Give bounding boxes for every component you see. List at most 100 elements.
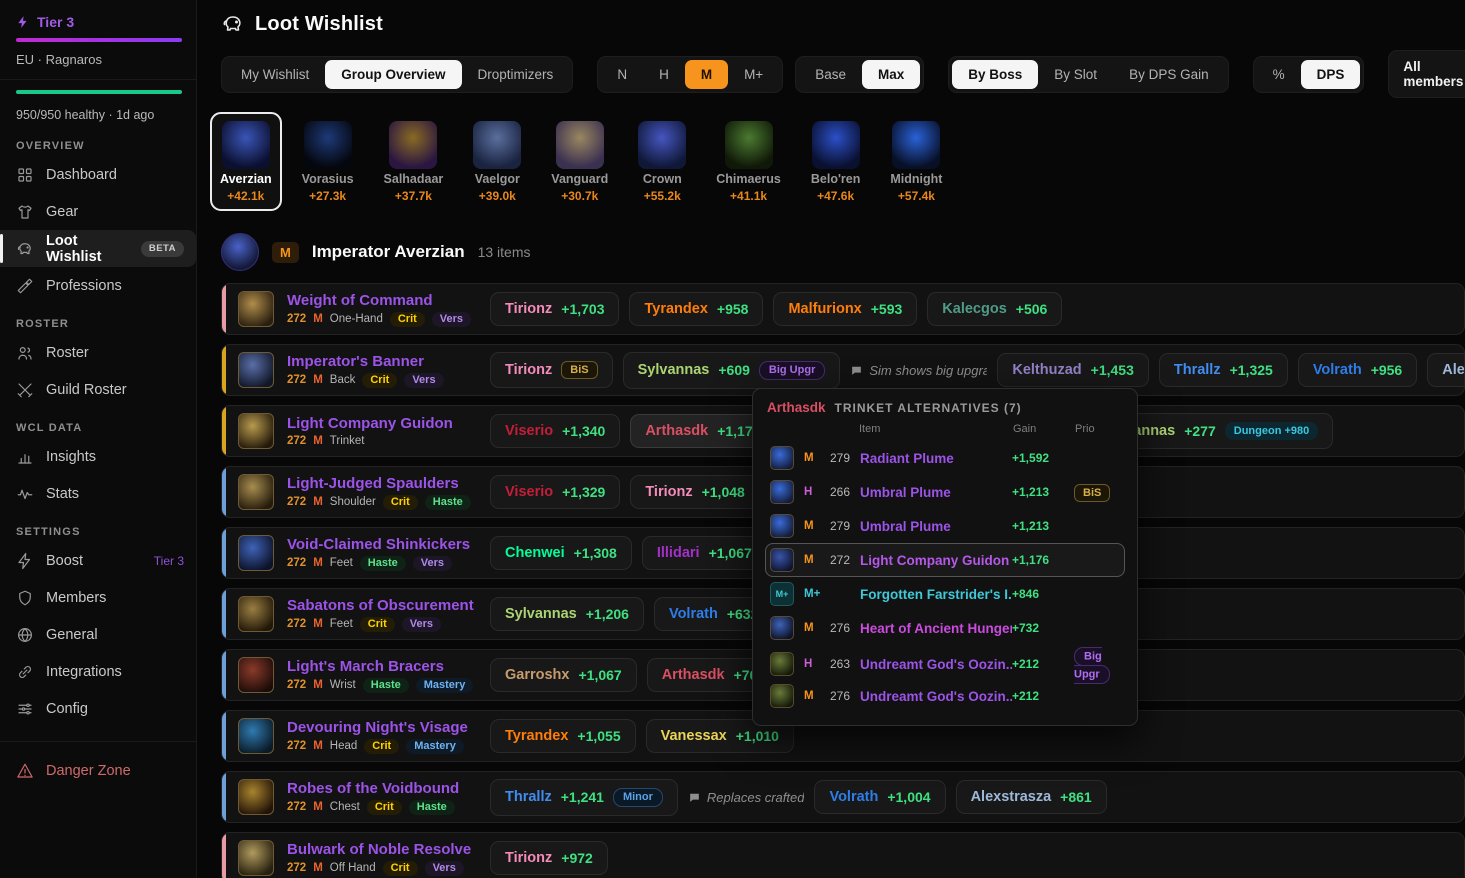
- player-chip[interactable]: Volrath+1,004: [814, 780, 945, 814]
- chip-player-name: Tirionz: [645, 484, 692, 500]
- player-chip[interactable]: Viserio+1,340: [490, 414, 620, 448]
- alternative-row[interactable]: M+M+Forgotten Farstrider's I...+846: [765, 577, 1125, 611]
- loot-row[interactable]: Weight of Command272MOne-HandCritVersTir…: [221, 283, 1465, 335]
- sidebar-item-professions[interactable]: Professions: [0, 267, 196, 304]
- alternative-row[interactable]: M276Undreamt God's Oozin...+212: [765, 679, 1125, 713]
- item-name[interactable]: Sabatons of Obscurement: [287, 597, 490, 614]
- sidebar-item-stats[interactable]: Stats: [0, 475, 196, 512]
- item-meta: 272MWristHasteMastery: [287, 678, 490, 693]
- difficulty-h[interactable]: H: [643, 60, 685, 89]
- member-card[interactable]: Salhadaar+37.7k: [374, 112, 454, 211]
- item-name[interactable]: Light-Judged Spaulders: [287, 475, 490, 492]
- item-name[interactable]: Bulwark of Noble Resolve: [287, 841, 490, 858]
- member-card[interactable]: Vaelgor+39.0k: [463, 112, 531, 211]
- player-chip[interactable]: Thrallz+1,241Minor: [490, 779, 678, 816]
- player-chip[interactable]: Kelthuzad+1,453: [997, 353, 1149, 387]
- player-chip[interactable]: Kalecgos+506: [927, 292, 1062, 326]
- player-chip[interactable]: Alexstrasza+865: [1427, 353, 1464, 387]
- tier-indicator[interactable]: Tier 3: [0, 8, 196, 36]
- range-base[interactable]: Base: [799, 60, 862, 89]
- item-meta: 272MHeadCritMastery: [287, 739, 490, 754]
- unit-%[interactable]: %: [1257, 60, 1301, 89]
- grouping-by-boss[interactable]: By Boss: [952, 60, 1038, 89]
- player-chip[interactable]: Tyrandex+1,055: [490, 719, 636, 753]
- player-chip[interactable]: Alexstrasza+861: [956, 780, 1107, 814]
- sidebar-item-danger-zone[interactable]: Danger Zone: [0, 752, 196, 789]
- sidebar-item-integrations[interactable]: Integrations: [0, 653, 196, 690]
- item-name[interactable]: Light's March Bracers: [287, 658, 490, 675]
- member-card[interactable]: Midnight+57.4k: [880, 112, 952, 211]
- item-name[interactable]: Devouring Night's Visage: [287, 719, 490, 736]
- alt-item-name[interactable]: Umbral Plume: [860, 485, 1012, 500]
- player-chip[interactable]: Garroshx+1,067: [490, 658, 637, 692]
- difficulty-m[interactable]: M: [685, 60, 728, 89]
- player-chip[interactable]: Tirionz+972: [490, 841, 608, 875]
- player-chip[interactable]: Sylvannas+609Big Upgr: [623, 352, 841, 389]
- member-card[interactable]: Vanguard+30.7k: [541, 112, 618, 211]
- player-chip[interactable]: Chenwei+1,308: [490, 536, 632, 570]
- player-chip[interactable]: Tirionz+1,703: [490, 292, 619, 326]
- loot-row[interactable]: Bulwark of Noble Resolve272MOff HandCrit…: [221, 832, 1465, 878]
- member-avatar: [638, 121, 686, 169]
- member-card[interactable]: Chimaerus+41.1k: [706, 112, 791, 211]
- alternative-row[interactable]: M279Umbral Plume+1,213: [765, 509, 1125, 543]
- player-chip[interactable]: Illidari+1,067: [642, 536, 767, 570]
- player-chip[interactable]: Tyrandex+958: [629, 292, 763, 326]
- loot-row[interactable]: Robes of the Voidbound272MChestCritHaste…: [221, 771, 1465, 823]
- player-chip[interactable]: Thrallz+1,325: [1159, 353, 1288, 387]
- sidebar-item-general[interactable]: General: [0, 616, 196, 653]
- sidebar-item-members[interactable]: Members: [0, 579, 196, 616]
- range-max[interactable]: Max: [862, 60, 920, 89]
- player-chip[interactable]: Sylvannas+1,206: [490, 597, 644, 631]
- item-meta: 272MFeetHasteVers: [287, 556, 490, 571]
- item-name[interactable]: Weight of Command: [287, 292, 490, 309]
- tab-group-overview[interactable]: Group Overview: [325, 60, 461, 89]
- player-chip[interactable]: Malfurionx+593: [773, 292, 917, 326]
- alternative-row[interactable]: M272Light Company Guidon+1,176: [765, 543, 1125, 577]
- alternative-row[interactable]: M276Heart of Ancient Hunger+732: [765, 611, 1125, 645]
- sidebar-item-guild-roster[interactable]: Guild Roster: [0, 371, 196, 408]
- member-gain: +41.1k: [730, 189, 767, 203]
- alternative-row[interactable]: M279Radiant Plume+1,592: [765, 441, 1125, 475]
- sidebar-item-insights[interactable]: Insights: [0, 438, 196, 475]
- sidebar-item-loot-wishlist[interactable]: Loot WishlistBETA: [0, 230, 196, 267]
- player-chip[interactable]: TirionzBiS: [490, 352, 613, 388]
- member-card[interactable]: Averzian+42.1k: [210, 112, 282, 211]
- grouping-by-dps-gain[interactable]: By DPS Gain: [1113, 60, 1225, 89]
- tab-droptimizers[interactable]: Droptimizers: [462, 60, 570, 89]
- item-name[interactable]: Void-Claimed Shinkickers: [287, 536, 490, 553]
- sidebar-item-config[interactable]: Config: [0, 690, 196, 727]
- grouping-by-slot[interactable]: By Slot: [1038, 60, 1113, 89]
- alt-item-name[interactable]: Undreamt God's Oozin...: [860, 689, 1012, 704]
- dungeon-badge: Dungeon +980: [1225, 422, 1319, 440]
- player-chip[interactable]: Tirionz+1,048: [630, 475, 759, 509]
- player-chip[interactable]: Volrath+956: [1298, 353, 1417, 387]
- item-name[interactable]: Robes of the Voidbound: [287, 780, 490, 797]
- player-chip[interactable]: Viserio+1,329: [490, 475, 620, 509]
- member-card[interactable]: Belo'ren+47.6k: [801, 112, 871, 211]
- tab-my-wishlist[interactable]: My Wishlist: [225, 60, 325, 89]
- item-info: Light-Judged Spaulders272MShoulderCritHa…: [274, 475, 490, 510]
- item-name[interactable]: Imperator's Banner: [287, 353, 490, 370]
- member-card[interactable]: Crown+55.2k: [628, 112, 696, 211]
- sidebar-item-suffix: Tier 3: [154, 554, 184, 568]
- alt-item-name[interactable]: Umbral Plume: [860, 519, 1012, 534]
- chip-player-name: Chenwei: [505, 545, 565, 561]
- difficulty-m+[interactable]: M+: [728, 60, 779, 89]
- difficulty-n[interactable]: N: [601, 60, 643, 89]
- unit-dps[interactable]: DPS: [1301, 60, 1361, 89]
- alt-item-name[interactable]: Radiant Plume: [860, 451, 1012, 466]
- item-name[interactable]: Light Company Guidon: [287, 415, 490, 432]
- member-filter-select[interactable]: All members: [1388, 50, 1465, 98]
- alt-item-name[interactable]: Heart of Ancient Hunger: [860, 621, 1012, 636]
- sidebar-item-boost[interactable]: BoostTier 3: [0, 542, 196, 579]
- alternative-row[interactable]: H263Undreamt God's Oozin...+212Big Upgr: [765, 645, 1125, 679]
- sidebar-item-gear[interactable]: Gear: [0, 193, 196, 230]
- alternative-row[interactable]: H266Umbral Plume+1,213BiS: [765, 475, 1125, 509]
- member-card[interactable]: Vorasius+27.3k: [292, 112, 364, 211]
- alt-item-name[interactable]: Undreamt God's Oozin...: [860, 657, 1012, 672]
- sidebar-item-roster[interactable]: Roster: [0, 334, 196, 371]
- alt-item-name[interactable]: Forgotten Farstrider's I...: [860, 587, 1012, 602]
- sidebar-item-dashboard[interactable]: Dashboard: [0, 156, 196, 193]
- alt-item-name[interactable]: Light Company Guidon: [860, 553, 1012, 568]
